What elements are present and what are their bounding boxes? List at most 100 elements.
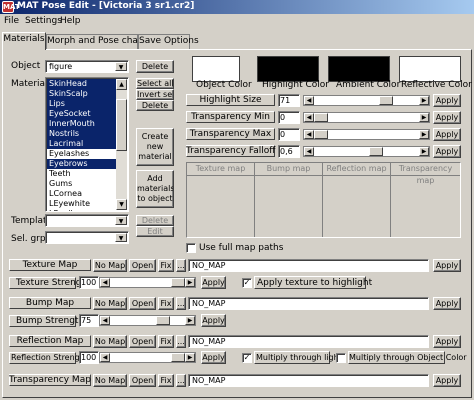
texture-map-fix-button[interactable]: Fix [158,259,174,272]
texture-strength-slider[interactable]: ◀ ▶ [99,277,196,288]
sel-grp-combo[interactable]: ▼ [45,231,129,244]
material-item[interactable]: Teeth [47,169,116,179]
slider-left-icon[interactable]: ◀ [304,113,314,122]
slider-right-icon[interactable]: ▶ [419,147,429,156]
bump-strength-apply-button[interactable]: Apply [201,314,226,327]
menu-file[interactable]: File [4,16,19,26]
reflection-map-open-button[interactable]: Open [129,335,156,348]
reflection-map-path[interactable]: NO_MAP [188,335,429,348]
slider-right-icon[interactable]: ▶ [185,278,195,287]
delete-material-button[interactable]: Delete [136,100,174,111]
multiply-object-color-checkbox[interactable] [336,353,346,363]
material-item[interactable]: SkinScalp [47,89,116,99]
highlight-size-value[interactable]: 71 [278,94,300,107]
transparency-max-slider[interactable]: ◀ ▶ [303,129,430,140]
slider-thumb[interactable] [314,113,328,122]
material-item[interactable]: Eyebrows [47,159,116,169]
create-material-button[interactable]: Create new material [136,128,174,166]
highlight-color-swatch[interactable] [257,56,319,82]
slider-thumb[interactable] [171,278,185,287]
chevron-down-icon[interactable]: ▼ [115,62,127,71]
material-item[interactable]: Eyelashes [47,149,116,159]
texture-strength-value[interactable]: 100 [79,276,99,289]
transparency-map-browse-button[interactable]: ... [176,374,186,387]
material-item[interactable]: InnerMouth [47,119,116,129]
bump-map-nomap-button[interactable]: No Map [93,297,127,310]
scroll-down-icon[interactable]: ▼ [116,199,127,210]
bump-map-apply-button[interactable]: Apply [433,297,461,310]
slider-left-icon[interactable]: ◀ [100,353,110,362]
bump-map-open-button[interactable]: Open [129,297,156,310]
edit-template-button[interactable]: Edit [136,226,174,237]
texture-strength-apply-button[interactable]: Apply [201,276,226,289]
transparency-min-apply-button[interactable]: Apply [433,111,461,124]
material-item[interactable]: EyeSocket [47,109,116,119]
scroll-up-icon[interactable]: ▲ [116,79,127,90]
transparency-map-path[interactable]: NO_MAP [188,374,429,387]
slider-left-icon[interactable]: ◀ [100,278,110,287]
slider-right-icon[interactable]: ▶ [419,130,429,139]
slider-left-icon[interactable]: ◀ [100,316,110,325]
use-full-map-paths-checkbox[interactable] [186,243,196,253]
ambient-color-swatch[interactable] [328,56,390,82]
transparency-min-value[interactable]: 0 [278,111,300,124]
material-item[interactable]: Lacrimal [47,139,116,149]
bump-strength-value[interactable]: 75 [79,314,99,327]
slider-thumb[interactable] [314,130,328,139]
transparency-max-apply-button[interactable]: Apply [433,128,461,141]
reflection-map-browse-button[interactable]: ... [176,335,186,348]
texture-map-apply-button[interactable]: Apply [433,259,461,272]
texture-map-path[interactable]: NO_MAP [188,259,429,272]
bump-strength-slider[interactable]: ◀ ▶ [99,315,196,326]
reflection-strength-apply-button[interactable]: Apply [201,351,226,364]
invert-sel-button[interactable]: Invert sel [136,89,174,100]
material-item[interactable]: SkinHead [47,79,116,89]
material-item[interactable]: LPupil [47,209,116,211]
menu-settings[interactable]: Settings [25,16,62,26]
delete-template-button[interactable]: Delete [136,215,174,226]
material-item[interactable]: Nostrils [47,129,116,139]
chevron-down-icon[interactable]: ▼ [115,233,127,242]
transparency-falloff-slider[interactable]: ◀ ▶ [303,146,430,157]
scroll-thumb[interactable] [116,99,127,151]
select-all-button[interactable]: Select all [136,78,174,89]
slider-left-icon[interactable]: ◀ [304,130,314,139]
reflection-map-apply-button[interactable]: Apply [433,335,461,348]
menu-help[interactable]: Help [60,16,81,26]
tab-morph-pose[interactable]: Morph and Pose channels [46,34,162,49]
reflective-color-swatch[interactable] [399,56,461,82]
reflection-strength-slider[interactable]: ◀ ▶ [99,352,196,363]
slider-thumb[interactable] [369,147,383,156]
materials-list[interactable]: SkinHead SkinScalp Lips EyeSocket InnerMouth… [45,77,129,212]
texture-map-open-button[interactable]: Open [129,259,156,272]
slider-left-icon[interactable]: ◀ [304,96,314,105]
slider-right-icon[interactable]: ▶ [419,96,429,105]
materials-scrollbar[interactable]: ▲ ▼ [116,79,127,210]
material-item[interactable]: Lips [47,99,116,109]
object-delete-button[interactable]: Delete [136,60,174,73]
transparency-map-apply-button[interactable]: Apply [433,374,461,387]
bump-map-fix-button[interactable]: Fix [158,297,174,310]
slider-thumb[interactable] [156,316,170,325]
highlight-size-apply-button[interactable]: Apply [433,94,461,107]
slider-right-icon[interactable]: ▶ [185,316,195,325]
slider-right-icon[interactable]: ▶ [185,353,195,362]
multiply-lights-checkbox[interactable]: ✓ [242,353,252,363]
apply-texture-highlight-checkbox[interactable]: ✓ [242,278,252,288]
material-item[interactable]: LEyewhite [47,199,116,209]
chevron-down-icon[interactable]: ▼ [115,216,127,225]
texture-map-nomap-button[interactable]: No Map [93,259,127,272]
add-materials-button[interactable]: Add materials to object [136,170,174,208]
bump-map-browse-button[interactable]: ... [176,297,186,310]
reflection-map-nomap-button[interactable]: No Map [93,335,127,348]
slider-right-icon[interactable]: ▶ [419,113,429,122]
reflection-map-fix-button[interactable]: Fix [158,335,174,348]
object-color-swatch[interactable] [192,56,240,82]
bump-map-path[interactable]: NO_MAP [188,297,429,310]
transparency-map-open-button[interactable]: Open [129,374,156,387]
transparency-map-nomap-button[interactable]: No Map [93,374,127,387]
texture-map-browse-button[interactable]: ... [176,259,186,272]
transparency-falloff-value[interactable]: 0,6 [278,145,300,158]
material-item[interactable]: Gums [47,179,116,189]
transparency-map-fix-button[interactable]: Fix [158,374,174,387]
